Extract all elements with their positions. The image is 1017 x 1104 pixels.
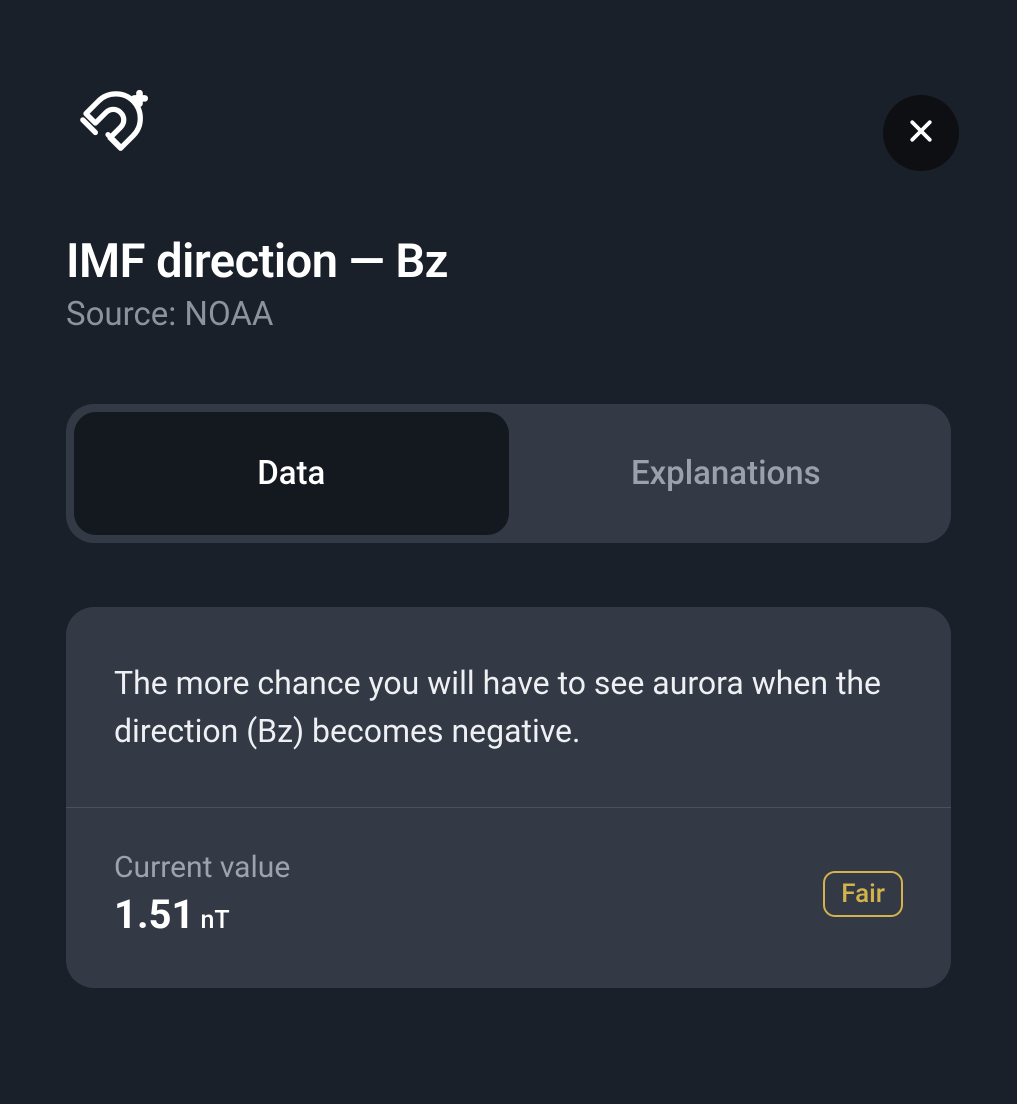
tab-group: Data Explanations <box>66 404 951 543</box>
panel: IMF direction — Bz Source: NOAA Data Exp… <box>0 80 1017 1104</box>
magnet-icon <box>66 80 951 168</box>
current-value-block: Current value 1.51 nT <box>114 850 290 938</box>
close-button[interactable] <box>883 95 959 171</box>
source-label: Source: NOAA <box>66 295 951 334</box>
current-value-unit: nT <box>200 906 229 935</box>
close-icon <box>906 116 936 150</box>
tab-explanations[interactable]: Explanations <box>509 412 944 535</box>
current-value-label: Current value <box>114 850 290 885</box>
info-card: The more chance you will have to see aur… <box>66 607 951 988</box>
description-text: The more chance you will have to see aur… <box>66 607 951 808</box>
status-badge: Fair <box>823 871 903 917</box>
tab-data[interactable]: Data <box>74 412 509 535</box>
current-value-row: Current value 1.51 nT Fair <box>66 808 951 988</box>
page-title: IMF direction — Bz <box>66 234 951 289</box>
current-value-number: 1.51 <box>114 891 194 938</box>
